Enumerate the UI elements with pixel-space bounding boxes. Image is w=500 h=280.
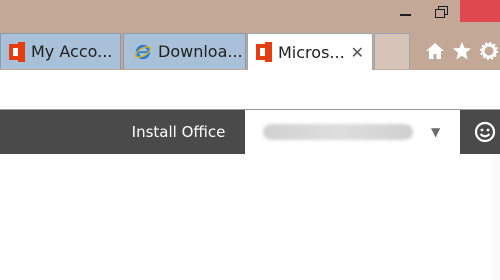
- feedback-button[interactable]: [470, 110, 500, 154]
- tab-label: Downloa...: [158, 42, 243, 61]
- office-navigation-bar: Install Office ▼: [0, 110, 500, 154]
- window-titlebar: [0, 0, 500, 32]
- restore-button[interactable]: [424, 0, 458, 22]
- restore-icon: [435, 5, 448, 18]
- page-header-area: [0, 70, 500, 110]
- close-tab-icon[interactable]: ✕: [351, 43, 364, 62]
- smiley-icon: [474, 121, 496, 143]
- caret-down-icon: ▼: [431, 125, 441, 139]
- office-icon: [9, 41, 25, 62]
- minimize-button[interactable]: [388, 0, 422, 22]
- gear-icon: [479, 42, 498, 60]
- office-icon: [256, 42, 272, 62]
- new-tab-button[interactable]: [374, 33, 410, 69]
- star-icon: [453, 42, 471, 60]
- browser-toolbar: [420, 32, 500, 70]
- settings-button[interactable]: [477, 42, 500, 60]
- tab-microsoft[interactable]: Micros... ✕: [247, 33, 373, 70]
- install-office-link[interactable]: Install Office: [112, 110, 245, 154]
- tab-label: Micros...: [278, 42, 345, 62]
- internet-explorer-icon: [134, 44, 152, 59]
- tab-label: My Acco...: [31, 42, 113, 61]
- home-button[interactable]: [424, 42, 447, 60]
- minimize-icon: [399, 14, 411, 16]
- favorites-button[interactable]: [451, 41, 474, 61]
- account-name-blurred: [263, 124, 413, 140]
- vertical-scrollbar[interactable]: [492, 154, 500, 280]
- close-window-button[interactable]: [460, 0, 500, 22]
- tab-my-account[interactable]: My Acco...: [0, 33, 121, 69]
- tab-downloads[interactable]: Downloa...: [123, 33, 246, 69]
- account-dropdown[interactable]: ▼: [245, 110, 460, 154]
- home-icon: [426, 43, 445, 59]
